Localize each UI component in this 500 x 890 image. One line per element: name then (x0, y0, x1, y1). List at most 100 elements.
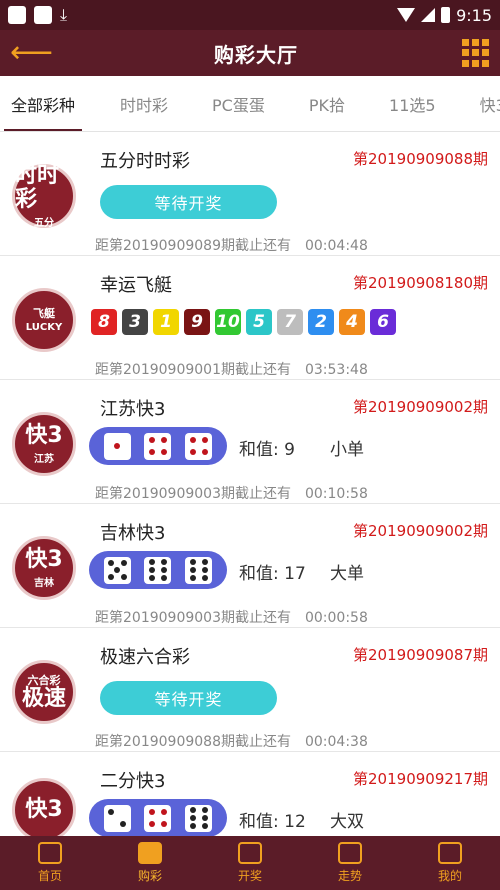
period-number: 第20190908180期 (353, 274, 488, 292)
die-icon (144, 556, 172, 584)
notification-icon (34, 6, 52, 24)
ticket-icon (138, 842, 162, 864)
die-pip (201, 559, 208, 566)
die-pip (160, 437, 167, 444)
tab-pk10[interactable]: PK拾 (287, 76, 367, 131)
chart-icon (338, 842, 362, 864)
dice-result (89, 551, 227, 589)
result-tag: 小单 (330, 440, 364, 460)
back-arrow-icon[interactable]: ⟵ (10, 38, 53, 68)
result-balls: 8 3 1 9 10 5 7 2 4 6 (91, 309, 396, 335)
die-pip (114, 443, 121, 449)
dice-result (89, 427, 227, 465)
tab-pc-egg[interactable]: PC蛋蛋 (190, 76, 287, 131)
tab-ssc[interactable]: 时时彩 (98, 76, 190, 131)
result-ball: 9 (184, 309, 210, 335)
lottery-name: 五分时时彩 (100, 151, 190, 172)
lottery-logo: 快3 (12, 778, 76, 842)
grid-menu-icon[interactable] (462, 39, 490, 67)
lottery-logo: 快3 吉林 (12, 536, 76, 600)
die-icon (185, 556, 213, 584)
sum-value: 和值: 9 (239, 440, 295, 460)
battery-icon (441, 7, 451, 23)
die-pip (189, 807, 196, 814)
tab-11x5[interactable]: 11选5 (367, 76, 458, 131)
die-pip (201, 807, 208, 814)
list-item[interactable]: 时时彩 五分 五分时时彩 第20190909088期 等待开奖 距第201909… (0, 132, 500, 256)
nav-draw[interactable]: 开奖 (200, 836, 300, 890)
wait-draw-button[interactable]: 等待开奖 (100, 681, 277, 715)
lottery-logo: 快3 江苏 (12, 412, 76, 476)
lottery-logo: 时时彩 五分 (12, 163, 76, 229)
die-pip (201, 574, 208, 581)
result-tag: 大单 (330, 564, 364, 584)
nav-mine[interactable]: 我的 (400, 836, 500, 890)
die-pip (189, 567, 196, 573)
period-number: 第20190909002期 (353, 522, 488, 540)
die-pip (160, 567, 167, 573)
die-pip (120, 820, 127, 827)
user-icon (438, 842, 462, 864)
die-pip (160, 574, 167, 581)
lottery-name: 江苏快3 (100, 399, 166, 420)
die-pip (189, 574, 196, 581)
die-pip (114, 567, 121, 573)
die-pip (189, 815, 196, 821)
lottery-name: 幸运飞艇 (100, 275, 172, 296)
die-pip (149, 567, 156, 573)
result-ball: 7 (277, 309, 303, 335)
die-pip (107, 573, 114, 580)
category-tabs: 全部彩种 时时彩 PC蛋蛋 PK拾 11选5 快3 (0, 76, 500, 132)
deadline-text: 距第20190909089期截止还有 00:04:48 (95, 238, 368, 254)
lottery-name: 极速六合彩 (100, 647, 190, 668)
die-pip (107, 560, 114, 567)
deadline-text: 距第20190909003期截止还有 00:10:58 (95, 486, 368, 502)
tab-k3[interactable]: 快3 (458, 76, 500, 131)
die-pip (201, 822, 208, 829)
result-ball: 6 (370, 309, 396, 335)
notification-icon (8, 6, 26, 24)
result-ball: 3 (122, 309, 148, 335)
result-ball: 10 (215, 309, 241, 335)
die-pip (189, 448, 196, 455)
nav-buy[interactable]: 购彩 (100, 836, 200, 890)
trophy-icon (238, 842, 262, 864)
die-pip (160, 559, 167, 566)
die-pip (201, 437, 208, 444)
result-tag: 大双 (330, 812, 364, 832)
die-pip (108, 809, 115, 816)
die-pip (149, 559, 156, 566)
nav-home[interactable]: 首页 (0, 836, 100, 890)
die-icon (185, 432, 213, 460)
die-icon (185, 804, 213, 832)
nav-trend[interactable]: 走势 (300, 836, 400, 890)
die-icon (103, 804, 131, 832)
die-pip (189, 559, 196, 566)
result-ball: 8 (91, 309, 117, 335)
page-title: 购彩大厅 (214, 42, 298, 67)
wait-draw-button[interactable]: 等待开奖 (100, 185, 277, 219)
list-item[interactable]: 快3 江苏 江苏快3 第20190909002期 和值: 9 小单 距第2019… (0, 380, 500, 504)
dice-result (89, 799, 227, 837)
deadline-text: 距第20190909088期截止还有 00:04:38 (95, 734, 368, 750)
sum-value: 和值: 12 (239, 812, 306, 832)
download-icon: ⤓ (60, 5, 68, 24)
status-time: 9:15 (456, 5, 492, 25)
die-pip (149, 574, 156, 581)
list-item[interactable]: 六合彩 极速 极速六合彩 第20190909087期 等待开奖 距第201909… (0, 628, 500, 752)
list-item[interactable]: 快3 吉林 吉林快3 第20190909002期 和值: 17 大单 距第201… (0, 504, 500, 628)
die-pip (149, 448, 156, 455)
die-pip (201, 448, 208, 455)
die-pip (160, 809, 167, 816)
period-number: 第20190909088期 (353, 150, 488, 168)
list-item[interactable]: 快3 二分快3 第20190909217期 和值: 12 大双 (0, 752, 500, 842)
tab-all[interactable]: 全部彩种 (0, 76, 86, 131)
die-icon (144, 432, 172, 460)
result-ball: 2 (308, 309, 334, 335)
list-item[interactable]: 飞艇 LUCKY 幸运飞艇 第20190908180期 8 3 1 9 10 5… (0, 256, 500, 380)
die-icon (103, 432, 131, 460)
die-pip (189, 437, 196, 444)
result-ball: 1 (153, 309, 179, 335)
die-pip (149, 809, 156, 816)
result-ball: 4 (339, 309, 365, 335)
